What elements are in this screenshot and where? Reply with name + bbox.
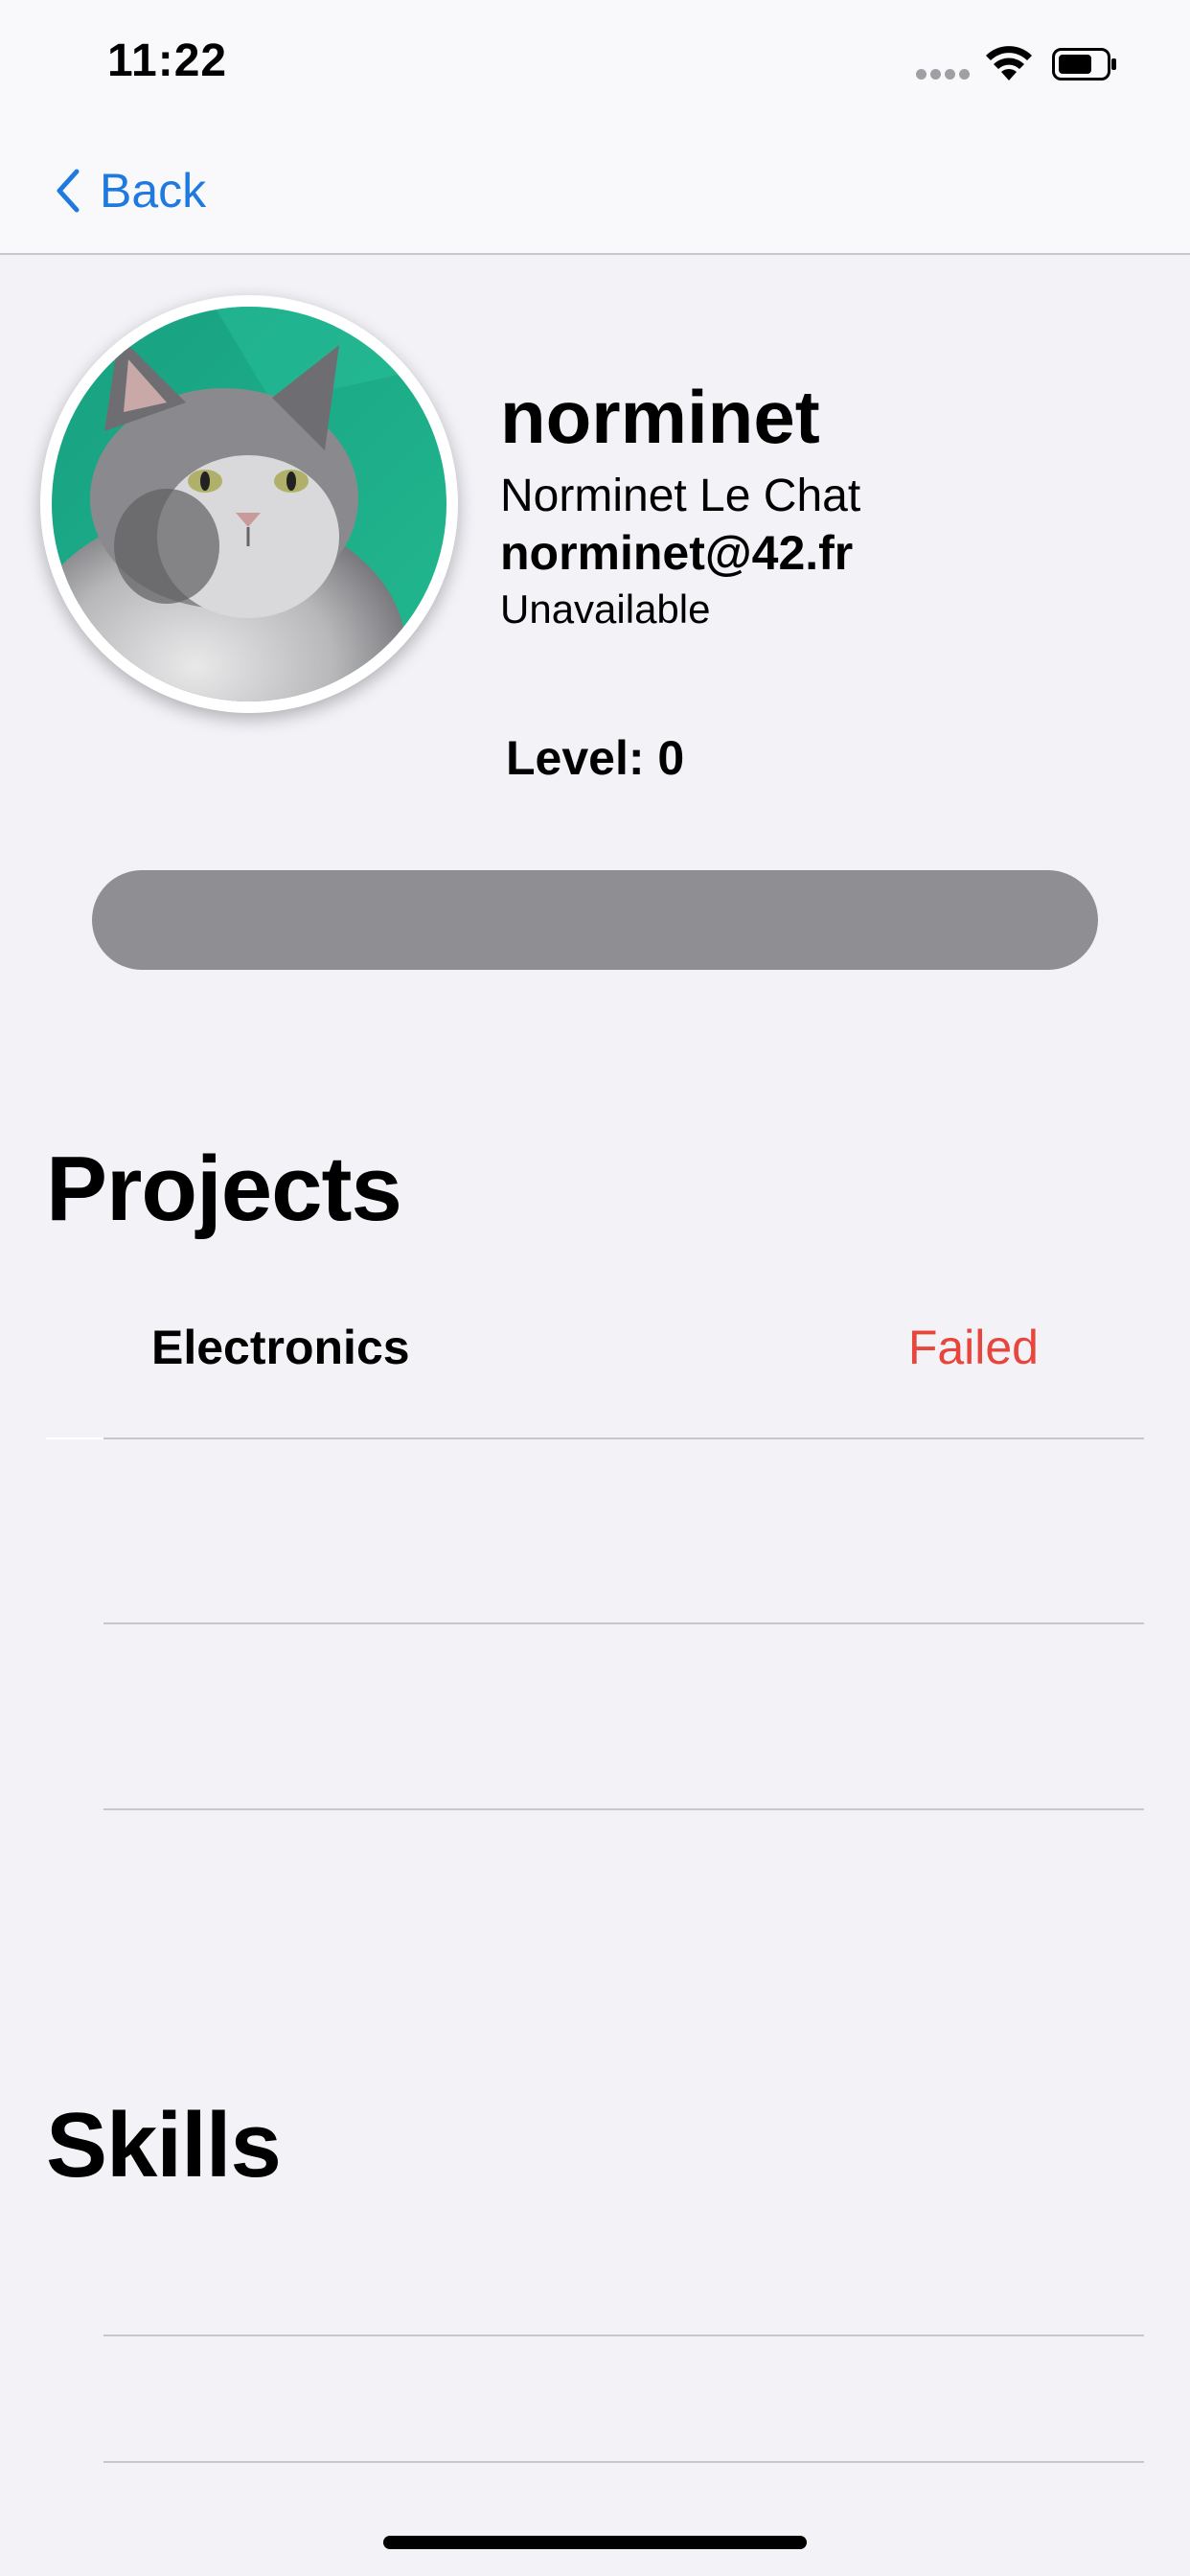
profile-login: norminet xyxy=(500,375,820,459)
wifi-icon xyxy=(986,46,1032,80)
cellular-signal-icon xyxy=(916,69,972,80)
project-status: Failed xyxy=(907,1321,1039,1374)
project-row-empty xyxy=(0,1624,1190,1808)
project-name: Electronics xyxy=(151,1321,410,1374)
battery-icon xyxy=(1052,48,1116,80)
profile-full-name: Norminet Le Chat xyxy=(500,471,861,521)
row-divider xyxy=(103,1808,1144,1810)
navigation-bar: 11:22 Back xyxy=(0,0,1190,255)
profile-availability: Unavailable xyxy=(500,586,711,632)
project-row-empty xyxy=(0,1439,1190,1623)
avatar xyxy=(40,295,458,713)
back-label: Back xyxy=(100,164,207,218)
home-indicator[interactable] xyxy=(383,2536,807,2549)
row-divider xyxy=(103,2461,1144,2463)
level-progress-bar xyxy=(92,870,1098,970)
skills-title: Skills xyxy=(46,2094,282,2196)
projects-title: Projects xyxy=(46,1138,402,1240)
profile-email: norminet@42.fr xyxy=(500,526,854,580)
row-divider xyxy=(103,2334,1144,2336)
chevron-left-icon xyxy=(57,169,80,213)
back-button[interactable]: Back xyxy=(54,157,206,224)
level-label: Level: 0 xyxy=(506,731,685,785)
cat-avatar-image xyxy=(52,307,446,702)
project-row[interactable]: Electronics Failed xyxy=(0,1255,1190,1439)
status-time: 11:22 xyxy=(107,35,228,86)
